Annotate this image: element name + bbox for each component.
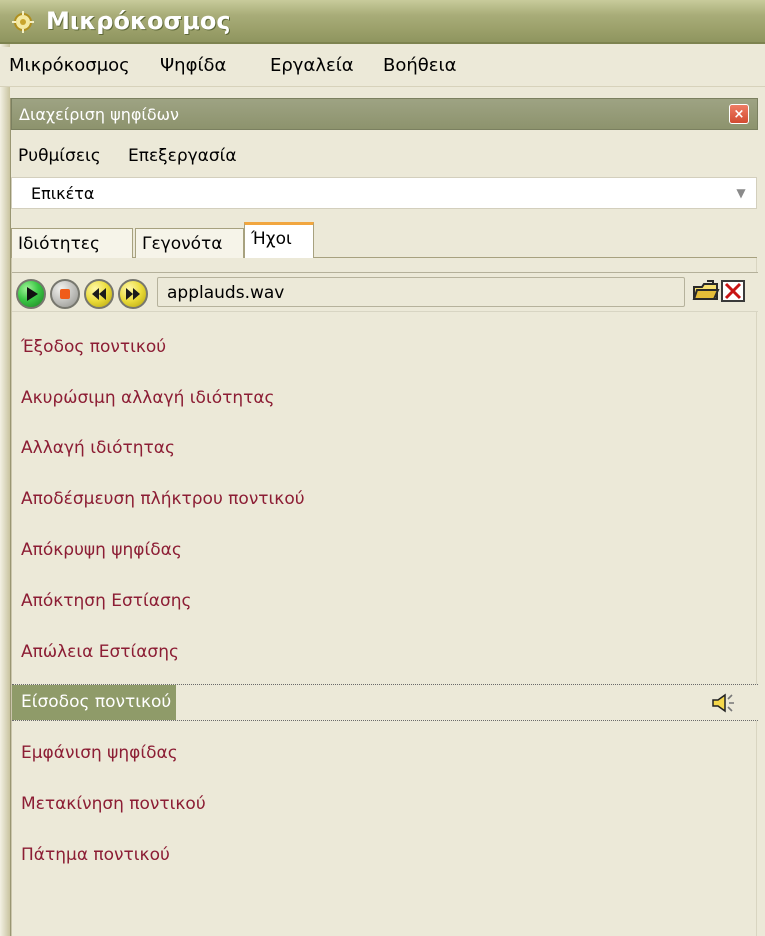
play-button[interactable] <box>16 279 46 309</box>
event-label: Μετακίνηση ποντικού <box>21 794 206 814</box>
panel-menu-edit[interactable]: Επεξεργασία <box>128 146 237 166</box>
fast-forward-icon <box>126 288 140 300</box>
tab-properties[interactable]: Ιδιότητες <box>11 228 133 258</box>
close-panel-button[interactable]: × <box>729 104 749 124</box>
list-item[interactable]: Ακυρώσιμη αλλαγή ιδιότητας <box>12 380 758 417</box>
list-item[interactable]: Αλλαγή ιδιότητας <box>12 430 758 467</box>
selected-list-item[interactable]: Είσοδος ποντικού <box>12 684 758 721</box>
list-item[interactable]: Μετακίνηση ποντικού <box>12 786 758 823</box>
panel-menu: Ρυθμίσεις Επεξεργασία <box>11 137 758 171</box>
sound-file-field[interactable]: applauds.wav <box>157 277 685 307</box>
menu-bar: Μικρόκοσμος Ψηφίδα Εργαλεία Βοήθεια <box>0 47 765 87</box>
panel-title: Διαχείριση ψηφίδων <box>19 105 179 124</box>
list-item[interactable]: Απόκρυψη ψηφίδας <box>12 532 758 569</box>
event-label: Είσοδος ποντικού <box>12 685 177 720</box>
tiles-management-panel: Διαχείριση ψηφίδων × Ρυθμίσεις Επεξεργασ… <box>10 98 758 936</box>
chevron-down-icon[interactable]: ▼ <box>730 182 752 204</box>
event-label: Αποδέσμευση πλήκτρου ποντικού <box>21 489 305 509</box>
title-bar: Μικρόκοσμος <box>0 0 765 44</box>
list-item[interactable]: Αποδέσμευση πλήκτρου ποντικού <box>12 481 758 518</box>
application-window: Μικρόκοσμος Μικρόκοσμος Ψηφίδα Εργαλεία … <box>0 0 765 936</box>
tile-selector-value: Επικέτα <box>31 184 95 203</box>
event-label: Απώλεια Εστίασης <box>21 642 179 662</box>
rewind-button[interactable] <box>84 279 114 309</box>
fast-forward-button[interactable] <box>118 279 148 309</box>
window-left-frame <box>0 0 10 936</box>
window-title: Μικρόκοσμος <box>46 7 231 35</box>
menu-item-voitheia[interactable]: Βοήθεια <box>383 55 456 77</box>
list-item[interactable]: Απόκτηση Εστίασης <box>12 583 758 620</box>
event-label: Απόκτηση Εστίασης <box>21 591 192 611</box>
event-label: Αλλαγή ιδιότητας <box>21 438 175 458</box>
tile-selector[interactable]: Επικέτα ▼ <box>11 177 757 209</box>
list-item[interactable]: Έξοδος ποντικού <box>12 329 758 366</box>
tab-events[interactable]: Γεγονότα <box>135 228 244 258</box>
tab-sounds[interactable]: Ήχοι <box>244 222 314 258</box>
event-label: Εμφάνιση ψηφίδας <box>21 743 178 763</box>
panel-menu-settings[interactable]: Ρυθμίσεις <box>18 146 101 166</box>
menu-item-ergaleia[interactable]: Εργαλεία <box>270 55 354 77</box>
rewind-icon <box>92 288 106 300</box>
close-icon: × <box>733 106 745 122</box>
list-item[interactable]: Απώλεια Εστίασης <box>12 634 758 671</box>
list-item[interactable]: Εμφάνιση ψηφίδας <box>12 735 758 772</box>
panel-tabs: Ιδιότητες Γεγονότα Ήχοι <box>11 214 757 258</box>
menu-item-psifida[interactable]: Ψηφίδα <box>160 55 226 77</box>
sound-player-toolbar: applauds.wav <box>12 272 758 312</box>
list-item[interactable]: Πάτημα ποντικού <box>12 837 758 874</box>
panel-header: Διαχείριση ψηφίδων × <box>11 98 758 130</box>
sounds-tab-content: applauds.wav Έξοδος ποντικού Ακυρώσιμη α… <box>11 258 758 936</box>
event-label: Έξοδος ποντικού <box>21 337 167 357</box>
event-label: Απόκρυψη ψηφίδας <box>21 540 182 560</box>
open-folder-icon[interactable] <box>692 279 720 303</box>
app-icon <box>12 11 34 33</box>
stop-button[interactable] <box>50 279 80 309</box>
menu-item-mikrokosmos[interactable]: Μικρόκοσμος <box>9 55 130 77</box>
event-label: Ακυρώσιμη αλλαγή ιδιότητας <box>21 388 275 408</box>
event-label: Πάτημα ποντικού <box>21 845 170 865</box>
delete-icon[interactable] <box>720 279 748 303</box>
sound-file-name: applauds.wav <box>167 283 285 303</box>
speaker-icon[interactable] <box>711 693 741 713</box>
